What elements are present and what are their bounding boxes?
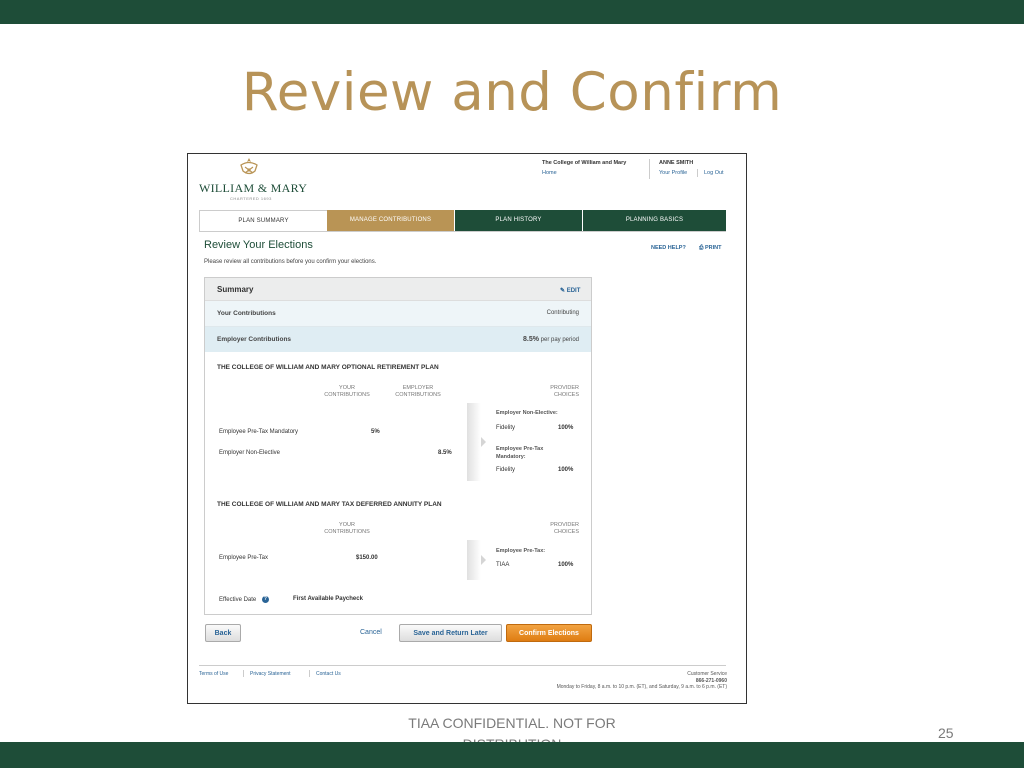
- plan2-prov1-name: TIAA: [496, 562, 510, 568]
- page-number: 25: [938, 725, 954, 741]
- plan2-prov1-pct: 100%: [558, 562, 574, 568]
- contact-link[interactable]: Contact Us: [316, 671, 341, 677]
- tab-manage-contributions[interactable]: MANAGE CONTRIBUTIONS: [327, 210, 454, 231]
- page-title: Review Your Elections: [204, 239, 313, 251]
- plan2-prov1-heading: Employee Pre-Tax:: [496, 548, 546, 554]
- screenshot-frame: WILLIAM & MARY CHARTERED 1693 The Colleg…: [187, 153, 747, 704]
- header-link-divider: [697, 169, 698, 177]
- tab-planning-basics[interactable]: PLANNING BASICS: [583, 210, 726, 231]
- employer-contributions-value: 8.5% per pay period: [523, 336, 579, 343]
- header-divider: [649, 159, 650, 179]
- footer-link-divider: [309, 670, 310, 677]
- effective-date-row: Effective Date ?: [219, 596, 269, 603]
- plan2-provider-divider: [467, 540, 481, 580]
- main-tabs: PLAN SUMMARY MANAGE CONTRIBUTIONS PLAN H…: [199, 210, 726, 232]
- slide-title: Review and Confirm: [241, 62, 783, 123]
- employer-contributions-label: Employer Contributions: [217, 336, 292, 343]
- summary-title: Summary: [217, 285, 254, 294]
- effective-date-value: First Available Paycheck: [293, 596, 363, 602]
- plan1-col-provider: PROVIDER CHOICES: [550, 385, 579, 398]
- home-link[interactable]: Home: [542, 170, 557, 176]
- print-link[interactable]: ⎙ PRINT: [699, 245, 721, 252]
- your-contributions-label: Your Contributions: [217, 310, 276, 317]
- logo-subtitle: CHARTERED 1693: [230, 196, 272, 201]
- plan1-col-employer: EMPLOYER CONTRIBUTIONS: [395, 385, 441, 398]
- your-contributions-value: Contributing: [546, 310, 579, 316]
- effective-date-label: Effective Date: [219, 597, 257, 604]
- plan1-arrow-icon: [481, 437, 486, 447]
- profile-link[interactable]: Your Profile: [659, 170, 687, 176]
- summary-panel: Summary ✎ EDIT Your Contributions Contri…: [204, 277, 592, 615]
- slide-top-bar: [0, 0, 1024, 24]
- plan1-prov2-pct: 100%: [558, 467, 574, 473]
- plan2-row1-label: Employee Pre-Tax: [219, 555, 269, 561]
- confirm-elections-button[interactable]: Confirm Elections: [506, 624, 592, 642]
- customer-service-info: Customer Service 866-271-0960 Monday to …: [557, 671, 727, 691]
- footer-link-divider: [243, 670, 244, 677]
- footer-divider: [199, 665, 726, 666]
- privacy-link[interactable]: Privacy Statement: [250, 671, 291, 677]
- plan1-row1-label: Employee Pre-Tax Mandatory: [219, 429, 299, 435]
- edit-link[interactable]: ✎ EDIT: [560, 287, 580, 294]
- institution-name: The College of William and Mary: [542, 160, 627, 166]
- plan2-row1-your: $150.00: [356, 555, 378, 561]
- plan2-col-provider: PROVIDER CHOICES: [550, 522, 579, 535]
- help-question-icon[interactable]: ?: [261, 596, 269, 603]
- summary-header: Summary ✎ EDIT: [205, 278, 591, 301]
- your-contributions-row: Your Contributions Contributing: [205, 301, 591, 327]
- logout-link[interactable]: Log Out: [704, 170, 724, 176]
- slide-bottom-bar: [0, 742, 1024, 768]
- plan1-prov1-name: Fidelity: [496, 425, 516, 431]
- need-help-link[interactable]: NEED HELP?: [651, 245, 686, 251]
- customer-service-hours: Monday to Friday, 8 a.m. to 10 p.m. (ET)…: [556, 684, 727, 690]
- crest-icon: [240, 158, 258, 175]
- employer-contributions-row: Employer Contributions 8.5% per pay peri…: [205, 327, 591, 352]
- back-button[interactable]: Back: [205, 624, 241, 642]
- tab-plan-history[interactable]: PLAN HISTORY: [455, 210, 582, 231]
- pencil-icon: ✎: [560, 288, 566, 294]
- plan1-title: THE COLLEGE OF WILLIAM AND MARY OPTIONAL…: [217, 364, 439, 371]
- employer-contributions-percent: 8.5%: [523, 336, 539, 343]
- plan2-col-your: YOUR CONTRIBUTIONS: [324, 522, 370, 535]
- plan1-row1-your: 5%: [371, 429, 380, 435]
- save-return-later-button[interactable]: Save and Return Later: [399, 624, 502, 642]
- plan2-arrow-icon: [481, 555, 486, 565]
- tab-plan-summary[interactable]: PLAN SUMMARY: [199, 210, 328, 232]
- plan1-prov1-heading: Employer Non-Elective:: [496, 410, 558, 416]
- plan1-col-your: YOUR CONTRIBUTIONS: [324, 385, 370, 398]
- printer-icon: ⎙: [699, 245, 704, 251]
- terms-link[interactable]: Terms of Use: [199, 671, 228, 677]
- tab-underline: [199, 231, 726, 232]
- employer-contributions-suffix: per pay period: [540, 337, 579, 343]
- plan1-provider-divider: [467, 403, 481, 481]
- user-name: ANNE SMITH: [659, 160, 694, 166]
- logo-text: WILLIAM & MARY: [199, 181, 308, 195]
- plan1-prov2-heading: Employee Pre-Tax Mandatory:: [496, 446, 544, 460]
- cancel-button[interactable]: Cancel: [360, 629, 382, 636]
- plan1-row2-label: Employer Non-Elective: [219, 450, 281, 456]
- edit-label: EDIT: [566, 288, 581, 294]
- print-label: PRINT: [704, 245, 722, 251]
- plan1-row2-employer: 8.5%: [438, 450, 452, 456]
- page-subtitle: Please review all contributions before y…: [204, 259, 377, 265]
- plan1-prov2-name: Fidelity: [496, 467, 516, 473]
- plan2-title: THE COLLEGE OF WILLIAM AND MARY TAX DEFE…: [217, 501, 442, 508]
- plan1-prov1-pct: 100%: [558, 425, 574, 431]
